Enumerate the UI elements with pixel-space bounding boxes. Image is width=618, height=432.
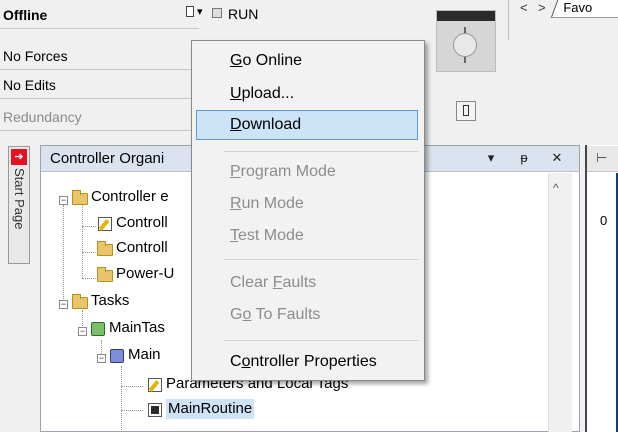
lock-button[interactable] — [456, 101, 476, 121]
organizer-dropdown-icon[interactable]: ▾ — [483, 149, 499, 167]
organizer-close-icon[interactable]: ✕ — [549, 149, 565, 167]
ladder-editor[interactable] — [585, 145, 618, 432]
mainprogram-expander-icon[interactable]: − — [97, 354, 106, 363]
controller-expander-icon[interactable]: − — [59, 196, 68, 205]
tree-item-controller-fault-handler[interactable]: Controll — [116, 238, 168, 258]
tree-item-controller[interactable]: Controller e — [91, 187, 169, 207]
keyswitch-icon — [436, 10, 496, 72]
status-key-icon[interactable] — [186, 6, 194, 17]
organizer-pin-icon[interactable]: ᵽ — [516, 149, 532, 167]
menu-separator — [224, 259, 419, 260]
tree-item-mainroutine[interactable]: MainRoutine — [166, 399, 255, 419]
organizer-title: Controller Organi — [50, 150, 165, 167]
menu-item-test-mode[interactable]: Test Mode — [230, 225, 304, 247]
status-forces: No Forces — [0, 45, 199, 70]
status-key-dropdown-icon[interactable]: ▾ — [197, 5, 203, 18]
status-mode: Offline — [0, 4, 199, 29]
folder-icon — [97, 267, 113, 282]
start-page-icon: ➜ — [11, 149, 27, 165]
menu-item-run-mode[interactable]: Run Mode — [230, 193, 304, 215]
menu-separator — [224, 151, 419, 152]
menu-item-upload[interactable]: Upload... — [230, 83, 294, 105]
scroll-up-icon[interactable]: ^ — [553, 181, 559, 195]
menu-item-controller-properties[interactable]: Controller Properties — [230, 351, 377, 373]
tags-icon — [98, 217, 112, 231]
tree-item-power-up-handler[interactable]: Power-U — [116, 264, 174, 284]
menu-item-download[interactable]: Download — [230, 114, 301, 136]
menu-item-go-online[interactable]: Go Online — [230, 50, 302, 72]
tree-item-maintask[interactable]: MainTas — [109, 318, 165, 338]
run-indicator — [212, 8, 222, 18]
communications-menu — [191, 40, 425, 381]
menu-item-clear-faults[interactable]: Clear Faults — [230, 272, 316, 294]
tree-item-tasks[interactable]: Tasks — [91, 291, 129, 311]
menu-separator — [224, 340, 419, 341]
folder-icon — [72, 190, 88, 205]
status-edits: No Edits — [0, 74, 199, 99]
favorites-tab[interactable]: Favo — [550, 0, 618, 18]
menu-item-program-mode[interactable]: Program Mode — [230, 161, 336, 183]
ladder-toolbar-icon[interactable]: ⊢ — [596, 150, 607, 166]
tree-item-mainprogram[interactable]: Main — [128, 345, 161, 365]
tree-item-controller-tags[interactable]: Controll — [116, 213, 168, 233]
maintask-expander-icon[interactable]: − — [78, 327, 87, 336]
routine-icon — [148, 403, 162, 417]
folder-icon — [72, 294, 88, 309]
nav-forward-icon[interactable]: > — [538, 0, 546, 15]
organizer-scrollbar[interactable] — [548, 173, 572, 432]
start-page-label: Start Page — [12, 168, 27, 230]
rung-number: 0 — [600, 213, 608, 228]
task-icon — [91, 322, 105, 336]
status-redundancy: Redundancy — [0, 106, 199, 131]
tasks-expander-icon[interactable]: − — [59, 300, 68, 309]
tags-icon — [148, 378, 162, 392]
nav-back-icon[interactable]: < — [520, 0, 528, 15]
program-icon — [110, 349, 124, 363]
folder-icon — [97, 241, 113, 256]
menu-item-go-to-faults[interactable]: Go To Faults — [230, 304, 320, 326]
favorites-tab-label: Favo — [563, 0, 593, 15]
run-label: RUN — [228, 6, 259, 22]
